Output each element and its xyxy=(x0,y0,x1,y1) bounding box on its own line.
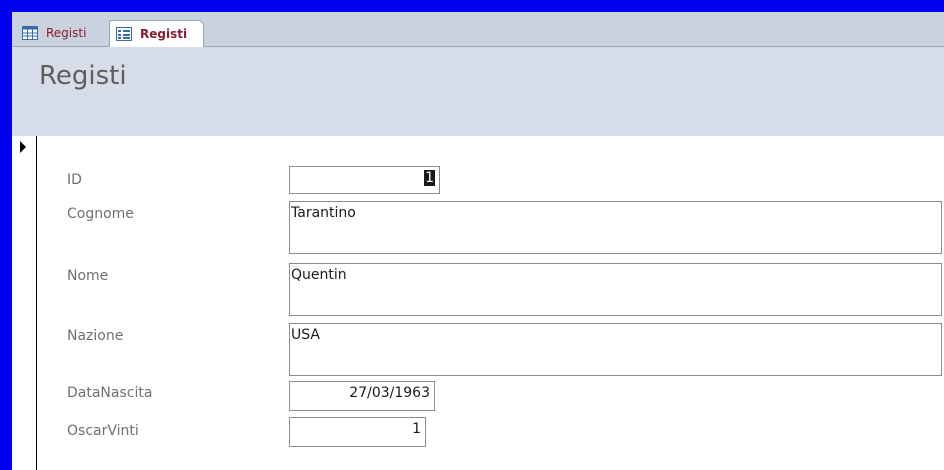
nome-field[interactable]: Quentin xyxy=(289,263,942,316)
nazione-field[interactable]: USA xyxy=(289,323,942,376)
id-value: 1 xyxy=(424,170,435,186)
document-tab-bar: Registi Registi xyxy=(12,12,944,47)
oscar-vinti-field[interactable]: 1 xyxy=(289,417,426,447)
tab-label: Registi xyxy=(140,27,188,41)
data-nascita-label: DataNascita xyxy=(67,385,153,401)
form-window: Registi Registi Registi ID 1 Cognome Tar… xyxy=(12,12,944,470)
form-icon xyxy=(116,27,132,41)
data-nascita-field[interactable]: 27/03/1963 xyxy=(289,381,435,411)
nome-label: Nome xyxy=(67,268,109,284)
nazione-label: Nazione xyxy=(67,328,124,344)
oscar-vinti-label: OscarVinti xyxy=(67,423,139,439)
form-header: Registi xyxy=(12,47,944,136)
tab-registi-table[interactable]: Registi xyxy=(18,20,108,46)
current-record-arrow-icon xyxy=(20,141,26,153)
id-field[interactable]: 1 xyxy=(289,166,440,194)
table-icon xyxy=(22,26,38,40)
id-label: ID xyxy=(67,172,82,188)
form-title: Registi xyxy=(39,61,127,91)
cognome-label: Cognome xyxy=(67,206,134,222)
record-selector[interactable] xyxy=(12,136,37,470)
cognome-field[interactable]: Tarantino xyxy=(289,201,942,254)
tab-label: Registi xyxy=(46,26,87,40)
tab-registi-form[interactable]: Registi xyxy=(109,20,204,47)
